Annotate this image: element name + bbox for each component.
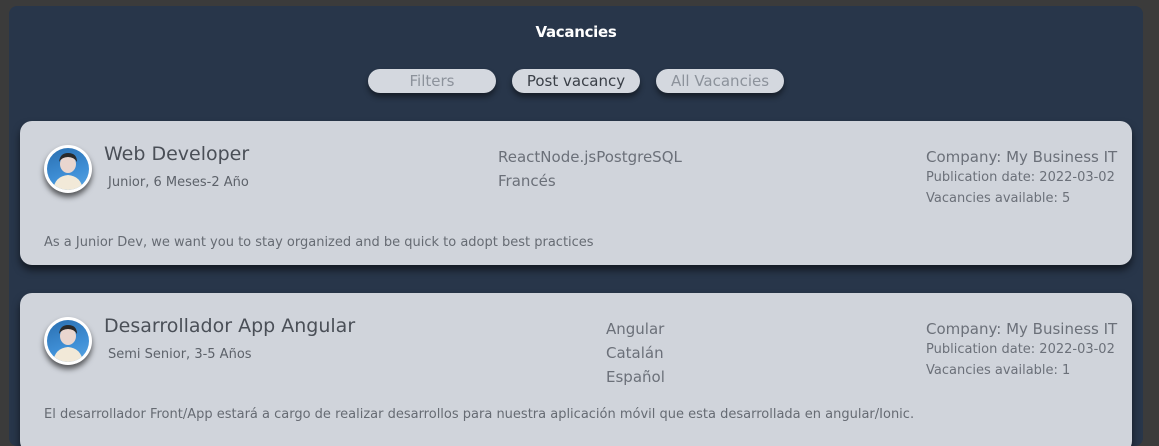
- vacancy-card[interactable]: Desarrollador App Angular Semi Senior, 3…: [20, 293, 1132, 446]
- job-level: Semi Senior, 3-5 Años: [108, 347, 252, 362]
- skill-item: Francés: [498, 172, 556, 190]
- job-title: Web Developer: [104, 143, 250, 165]
- avatar: [44, 145, 92, 193]
- filters-button[interactable]: Filters: [368, 69, 496, 93]
- skills-list: ReactNode.jsPostgreSQL Francés: [498, 145, 682, 193]
- all-vacancies-button[interactable]: All Vacancies: [656, 69, 784, 93]
- job-title: Desarrollador App Angular: [104, 315, 356, 337]
- post-vacancy-button[interactable]: Post vacancy: [512, 69, 640, 93]
- skill-item: ReactNode.jsPostgreSQL: [498, 148, 682, 166]
- page-title: Vacancies: [535, 23, 617, 41]
- company-name: Company: My Business IT: [926, 320, 1118, 338]
- skills-list: Angular Catalán Español: [606, 317, 665, 389]
- job-level: Junior, 6 Meses-2 Año: [108, 175, 249, 190]
- job-description: As a Junior Dev, we want you to stay org…: [44, 235, 594, 250]
- skill-item: Angular: [606, 320, 665, 338]
- skill-item: Español: [606, 368, 665, 386]
- vacancies-available: Vacancies available: 5: [926, 191, 1071, 206]
- vacancies-available: Vacancies available: 1: [926, 363, 1071, 378]
- company-name: Company: My Business IT: [926, 148, 1118, 166]
- vacancies-panel: Vacancies Filters Post vacancy All Vacan…: [9, 6, 1143, 446]
- skill-item: Catalán: [606, 344, 664, 362]
- publication-date: Publication date: 2022-03-02: [926, 342, 1115, 357]
- vacancy-meta: Company: My Business IT Publication date…: [926, 319, 1117, 381]
- vacancy-meta: Company: My Business IT Publication date…: [926, 147, 1117, 209]
- job-description: El desarrollador Front/App estará a carg…: [44, 407, 915, 422]
- vacancy-card[interactable]: Web Developer Junior, 6 Meses-2 Año Reac…: [20, 121, 1132, 265]
- publication-date: Publication date: 2022-03-02: [926, 170, 1115, 185]
- avatar: [44, 317, 92, 365]
